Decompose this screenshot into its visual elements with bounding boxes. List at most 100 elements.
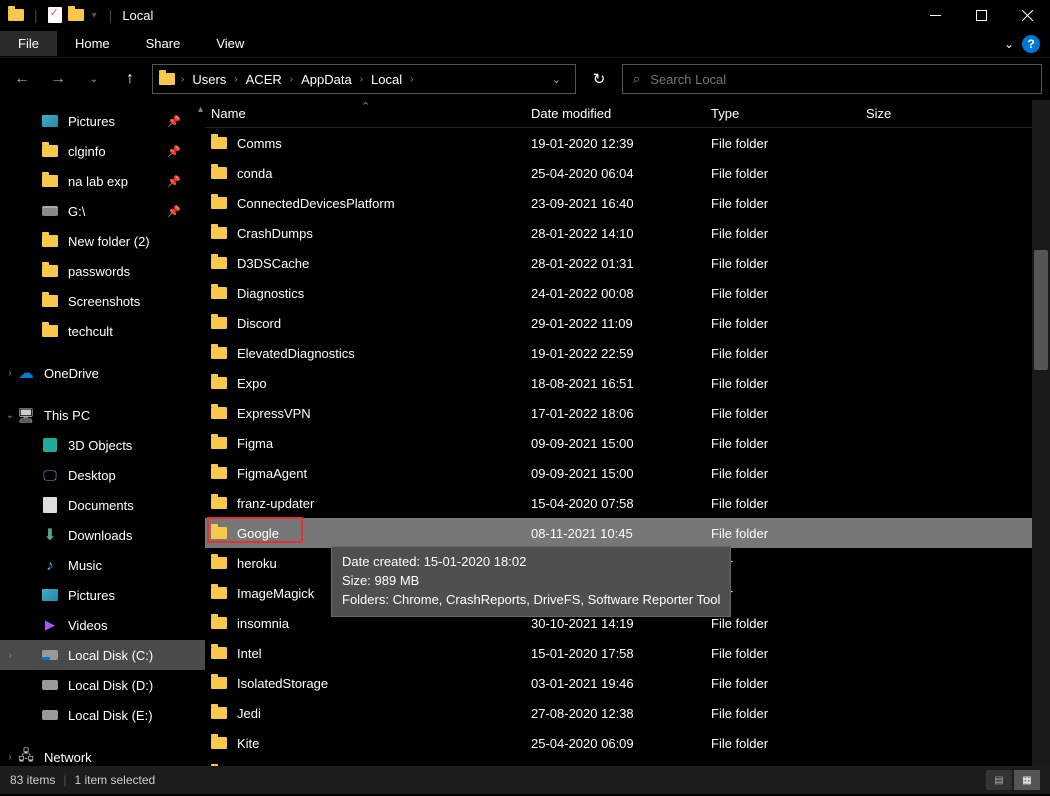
file-type: File folder xyxy=(711,706,866,721)
file-row[interactable]: CrashDumps28-01-2022 14:10File folder xyxy=(205,218,1050,248)
file-row[interactable]: Kite25-04-2020 06:09File folder xyxy=(205,728,1050,758)
sidebar-item[interactable]: clginfo📌 xyxy=(0,136,205,166)
file-type: File folder xyxy=(711,136,866,151)
sidebar-item[interactable]: Documents xyxy=(0,490,205,520)
file-row[interactable]: franz-updater15-04-2020 07:58File folder xyxy=(205,488,1050,518)
file-name: IsolatedStorage xyxy=(237,676,328,691)
file-row[interactable]: Jedi27-08-2020 12:38File folder xyxy=(205,698,1050,728)
properties-icon[interactable] xyxy=(48,7,62,23)
forward-button[interactable]: → xyxy=(44,65,72,93)
refresh-button[interactable]: ↻ xyxy=(584,64,614,94)
view-large-button[interactable]: ▦ xyxy=(1014,770,1040,790)
file-date: 30-10-2021 14:19 xyxy=(531,616,711,631)
column-name[interactable]: Name ⌃ xyxy=(211,106,531,121)
sidebar-item[interactable]: 🖵Desktop xyxy=(0,460,205,490)
sidebar-item[interactable]: Pictures xyxy=(0,580,205,610)
collapse-icon[interactable]: ⌄ xyxy=(4,410,16,421)
crumb-local[interactable]: Local xyxy=(367,72,406,87)
sidebar-item-label: Local Disk (C:) xyxy=(68,648,153,663)
expand-icon[interactable]: › xyxy=(4,650,16,661)
sidebar-item[interactable]: ▶Videos xyxy=(0,610,205,640)
expand-icon[interactable]: › xyxy=(4,368,16,379)
item-count: 83 items xyxy=(10,773,55,787)
view-tab[interactable]: View xyxy=(198,31,262,56)
chevron-right-icon[interactable]: › xyxy=(290,74,293,85)
sidebar-item[interactable]: ♪Music xyxy=(0,550,205,580)
file-row[interactable]: Figma09-09-2021 15:00File folder xyxy=(205,428,1050,458)
scrollbar-thumb[interactable] xyxy=(1034,250,1048,370)
file-name: conda xyxy=(237,166,272,181)
crumb-users[interactable]: Users xyxy=(188,72,230,87)
file-date: 03-01-2021 19:46 xyxy=(531,676,711,691)
sidebar-item[interactable]: ⬇Downloads xyxy=(0,520,205,550)
help-button[interactable]: ? xyxy=(1022,35,1040,53)
folder-icon xyxy=(42,295,58,307)
share-tab[interactable]: Share xyxy=(128,31,199,56)
sidebar-item[interactable]: Pictures📌 xyxy=(0,106,205,136)
file-row[interactable]: conda25-04-2020 06:04File folder xyxy=(205,158,1050,188)
folder-icon xyxy=(211,647,227,659)
minimize-button[interactable] xyxy=(912,0,958,30)
navigation-bar: ← → ⌄ ↑ › Users › ACER › AppData › Local… xyxy=(0,58,1050,100)
chevron-right-icon[interactable]: › xyxy=(360,74,363,85)
folder-icon xyxy=(42,265,58,277)
crumb-appdata[interactable]: AppData xyxy=(297,72,356,87)
sidebar-item-label: Music xyxy=(68,558,102,573)
file-row[interactable]: D3DSCache28-01-2022 01:31File folder xyxy=(205,248,1050,278)
search-box[interactable]: ⌕ xyxy=(622,64,1042,94)
home-tab[interactable]: Home xyxy=(57,31,128,56)
file-row[interactable]: ElevatedDiagnostics19-01-2022 22:59File … xyxy=(205,338,1050,368)
sidebar-item[interactable]: Screenshots xyxy=(0,286,205,316)
file-row[interactable]: Intel15-01-2020 17:58File folder xyxy=(205,638,1050,668)
qat-dropdown-icon[interactable]: ▾ xyxy=(92,10,97,21)
file-row[interactable]: ConnectedDevicesPlatform23-09-2021 16:40… xyxy=(205,188,1050,218)
file-row[interactable]: Discord29-01-2022 11:09File folder xyxy=(205,308,1050,338)
file-row[interactable]: MathWorks26-08-2020 08:07File folder xyxy=(205,758,1050,766)
column-date[interactable]: Date modified xyxy=(531,106,711,121)
sidebar-item[interactable]: Local Disk (D:) xyxy=(0,670,205,700)
sidebar-item[interactable]: New folder (2) xyxy=(0,226,205,256)
column-size[interactable]: Size xyxy=(866,106,946,121)
chevron-right-icon[interactable]: › xyxy=(234,74,237,85)
file-row[interactable]: Comms19-01-2020 12:39File folder xyxy=(205,128,1050,158)
file-type: File folder xyxy=(711,256,866,271)
column-type[interactable]: Type xyxy=(711,106,866,121)
crumb-acer[interactable]: ACER xyxy=(242,72,286,87)
back-button[interactable]: ← xyxy=(8,65,36,93)
address-dropdown-icon[interactable]: ⌄ xyxy=(544,73,569,86)
file-type: File folder xyxy=(711,226,866,241)
sidebar-onedrive[interactable]: › ☁ OneDrive xyxy=(0,358,205,388)
sidebar-item[interactable]: › Local Disk (C:) xyxy=(0,640,205,670)
folder-icon xyxy=(211,437,227,449)
chevron-right-icon[interactable]: › xyxy=(410,74,413,85)
view-details-button[interactable]: ▤ xyxy=(986,770,1012,790)
up-button[interactable]: ↑ xyxy=(116,65,144,93)
file-row[interactable]: IsolatedStorage03-01-2021 19:46File fold… xyxy=(205,668,1050,698)
chevron-right-icon[interactable]: › xyxy=(181,74,184,85)
file-tab[interactable]: File xyxy=(0,31,57,56)
file-type: File folder xyxy=(711,286,866,301)
recent-dropdown-icon[interactable]: ⌄ xyxy=(80,65,108,93)
maximize-button[interactable] xyxy=(958,0,1004,30)
scrollbar[interactable] xyxy=(1032,100,1050,766)
search-input[interactable] xyxy=(650,72,1031,87)
file-row[interactable]: FigmaAgent09-09-2021 15:00File folder xyxy=(205,458,1050,488)
sidebar-item[interactable]: na lab exp📌 xyxy=(0,166,205,196)
file-row[interactable]: Google08-11-2021 10:45File folder xyxy=(205,518,1050,548)
close-button[interactable] xyxy=(1004,0,1050,30)
sidebar-thispc[interactable]: ⌄ 🖥 This PC xyxy=(0,400,205,430)
address-bar[interactable]: › Users › ACER › AppData › Local › ⌄ xyxy=(152,64,576,94)
file-row[interactable]: Diagnostics24-01-2022 00:08File folder xyxy=(205,278,1050,308)
sidebar-item[interactable]: techcult xyxy=(0,316,205,346)
folder-icon xyxy=(211,287,227,299)
file-row[interactable]: Expo18-08-2021 16:51File folder xyxy=(205,368,1050,398)
file-type: File folder xyxy=(711,166,866,181)
sidebar-network[interactable]: › 🖧 Network xyxy=(0,742,205,766)
sidebar-item[interactable]: 3D Objects xyxy=(0,430,205,460)
file-row[interactable]: ExpressVPN17-01-2022 18:06File folder xyxy=(205,398,1050,428)
sidebar-item[interactable]: G:\📌 xyxy=(0,196,205,226)
sidebar-item[interactable]: passwords xyxy=(0,256,205,286)
collapse-ribbon-icon[interactable]: ⌄ xyxy=(1004,37,1014,51)
expand-icon[interactable]: › xyxy=(4,752,16,763)
sidebar-item[interactable]: Local Disk (E:) xyxy=(0,700,205,730)
